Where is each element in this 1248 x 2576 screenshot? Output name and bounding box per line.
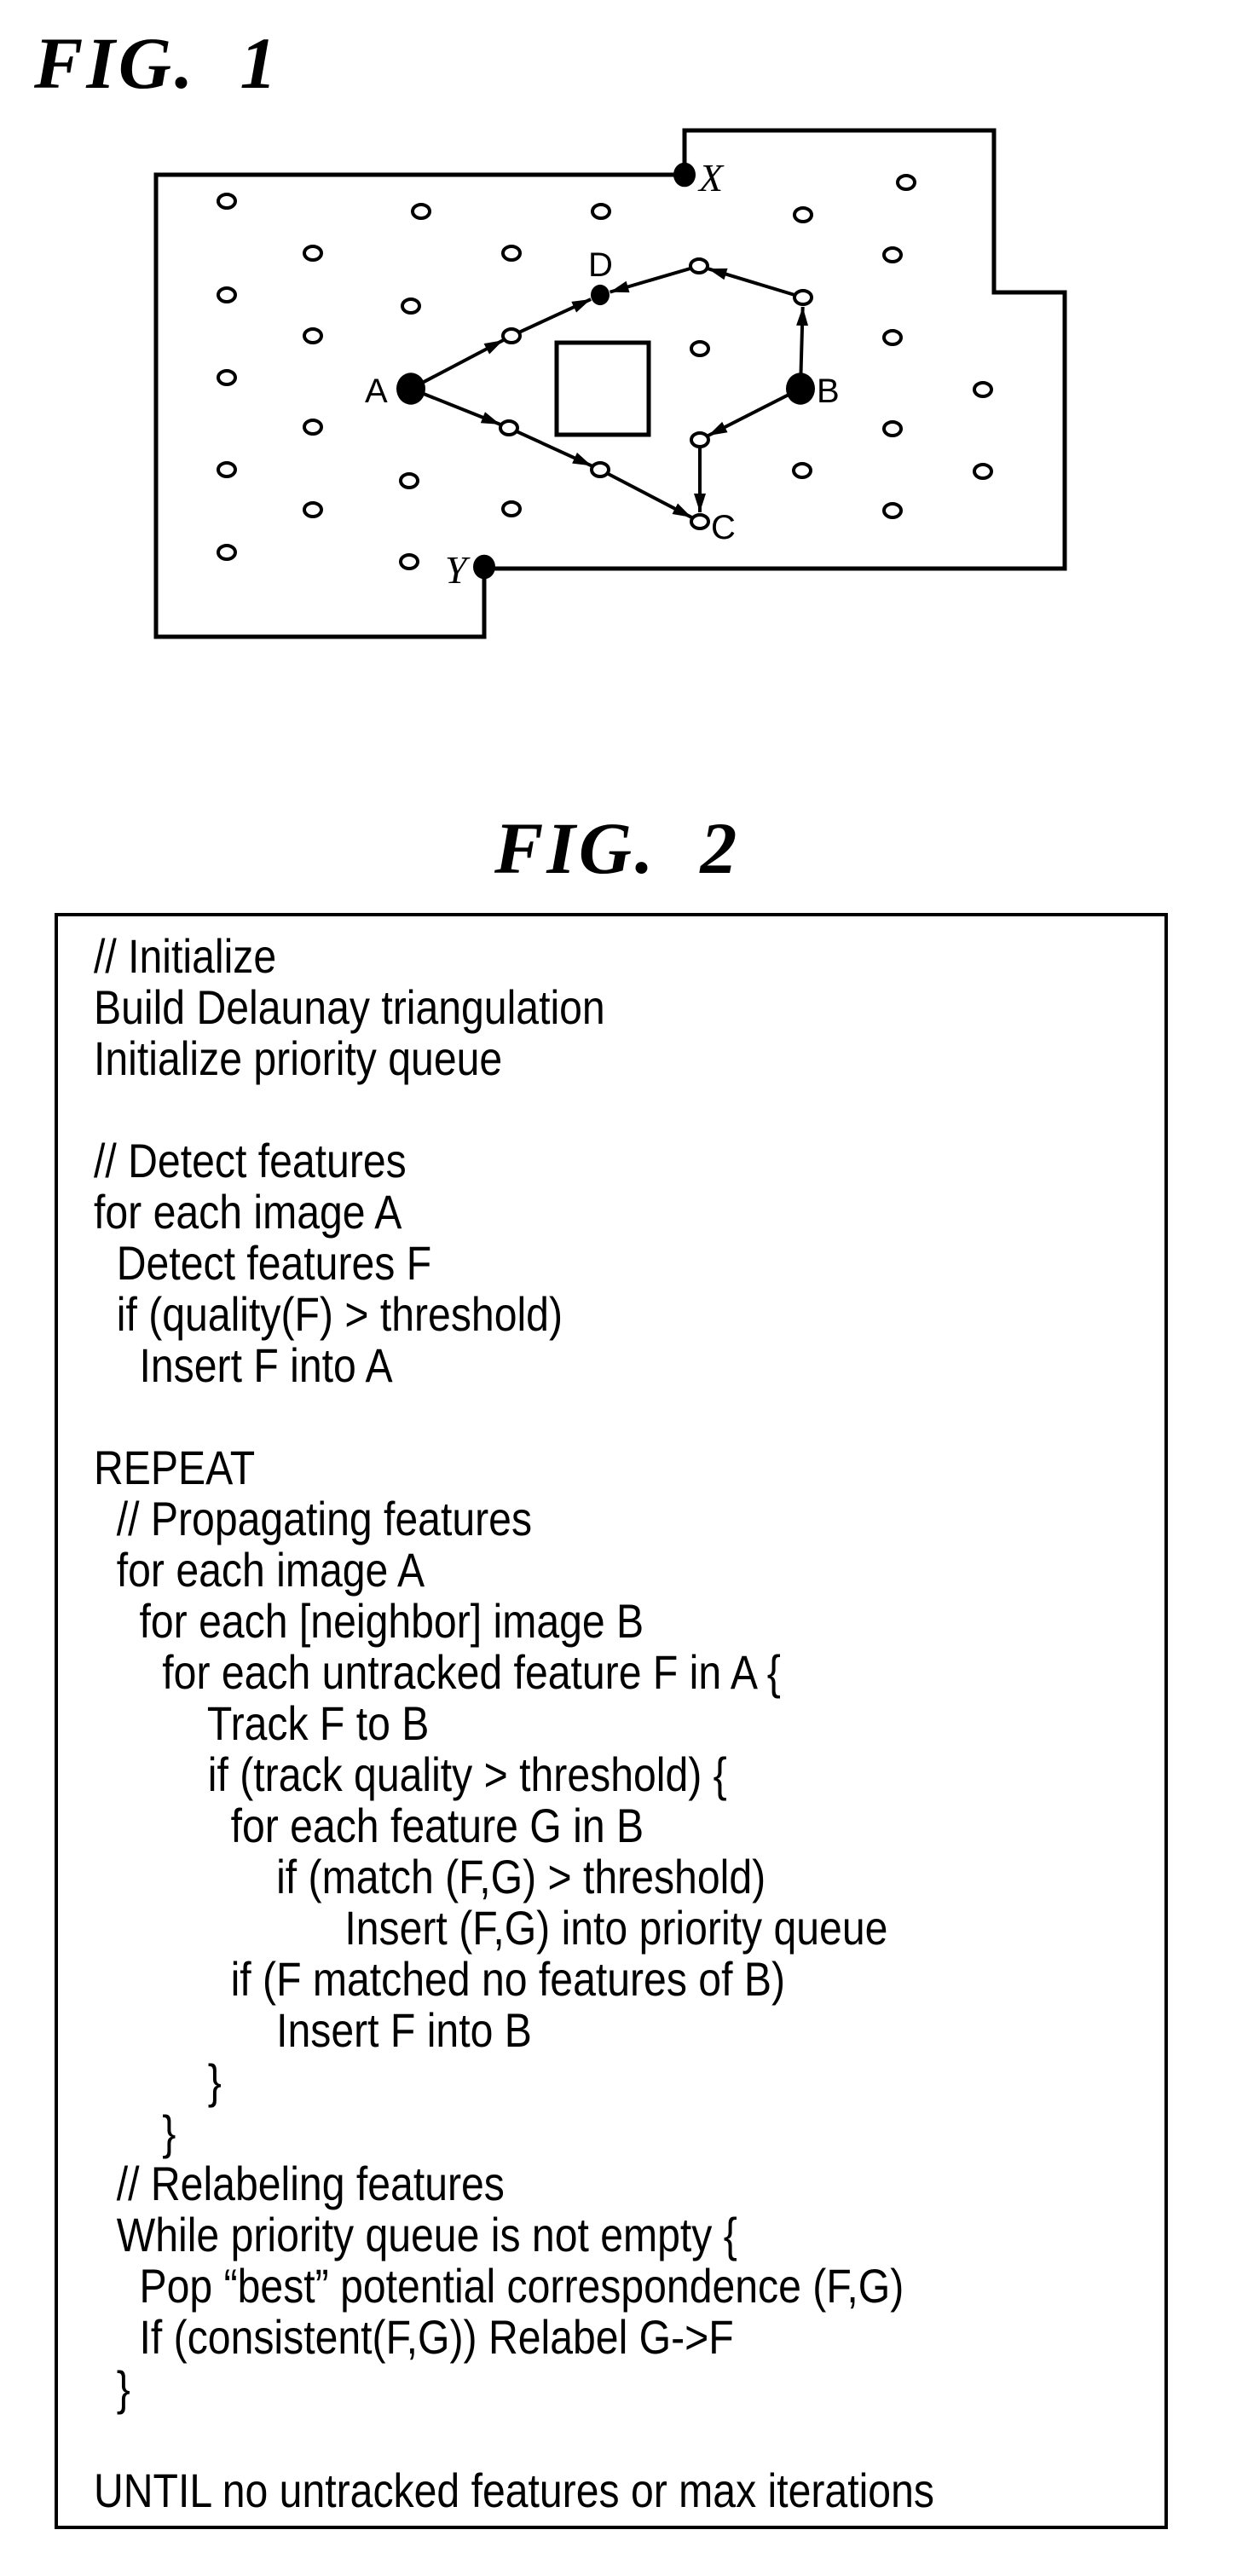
code-line: for each feature G in B — [94, 1799, 644, 1852]
grid-point — [303, 501, 323, 518]
region-outline — [153, 128, 1067, 639]
label-b: B — [817, 373, 840, 410]
grid-point — [973, 463, 993, 480]
propagation-paths — [410, 257, 813, 530]
pseudocode-listing: // Initialize Build Delaunay triangulatio… — [94, 931, 934, 2516]
key-nodes — [396, 162, 815, 580]
grid-point — [217, 544, 237, 561]
grid-point — [501, 500, 522, 517]
grid-point — [882, 246, 903, 263]
path-node — [689, 257, 709, 274]
path-node — [690, 513, 710, 530]
label-x: X — [697, 156, 725, 199]
code-line: if (quality(F) > threshold) — [94, 1287, 563, 1341]
grid-point — [411, 203, 431, 220]
code-line: } — [94, 2105, 176, 2159]
code-line: Insert F into B — [94, 2003, 532, 2057]
node-d — [591, 284, 610, 306]
code-line: If (consistent(F,G)) Relabel G->F — [94, 2310, 734, 2364]
grid-point — [303, 245, 323, 262]
path-arrow — [707, 387, 801, 437]
grid-point — [217, 461, 237, 478]
code-line: if (match (F,G) > threshold) — [94, 1850, 766, 1903]
grid-point — [882, 329, 903, 346]
grid-point — [303, 327, 323, 344]
grid-point — [399, 472, 419, 489]
label-d: D — [588, 246, 613, 284]
code-line: // Initialize — [94, 929, 277, 983]
grid-point — [217, 193, 237, 210]
path-node — [499, 419, 519, 436]
grid-point — [793, 206, 813, 223]
code-line: Detect features F — [94, 1236, 432, 1290]
code-line: for each image A — [94, 1185, 402, 1239]
code-line: Initialize priority queue — [94, 1031, 503, 1085]
code-line: // Detect features — [94, 1134, 407, 1187]
path-arrow — [609, 264, 700, 294]
code-line: Insert (F,G) into priority queue — [94, 1901, 888, 1955]
node-b — [786, 373, 815, 405]
grid-points — [217, 174, 993, 570]
code-line: for each image A — [94, 1543, 425, 1597]
label-c: C — [711, 509, 736, 546]
grid-point — [973, 381, 993, 398]
path-arrow — [707, 267, 804, 299]
code-line: } — [94, 2361, 130, 2415]
code-line: UNTIL no untracked features or max itera… — [94, 2463, 934, 2517]
code-line: if (F matched no features of B) — [94, 1952, 786, 2006]
node-a — [396, 373, 425, 405]
code-line: // Relabeling features — [94, 2157, 505, 2210]
node-x — [673, 162, 696, 188]
path-arrow — [599, 468, 693, 519]
figure-1-diagram: A B C D X Y — [153, 128, 1067, 639]
grid-point — [399, 553, 419, 570]
code-line: Build Delaunay triangulation — [94, 980, 605, 1034]
grid-point — [303, 419, 323, 436]
grid-point — [690, 340, 710, 357]
code-line: for each [neighbor] image B — [94, 1594, 644, 1648]
path-node — [793, 289, 813, 306]
path-arrow — [410, 338, 505, 390]
figure-2-title: FIG. 2 — [494, 807, 741, 889]
code-line: Insert F into A — [94, 1338, 393, 1392]
code-line: Pop “best” potential correspondence (F,G… — [94, 2259, 904, 2313]
grid-point — [501, 245, 522, 262]
label-y: Y — [445, 548, 471, 592]
path-node — [590, 461, 610, 478]
grid-point — [591, 203, 611, 220]
path-node — [501, 327, 522, 344]
grid-point — [217, 369, 237, 386]
code-line: if (track quality > threshold) { — [94, 1747, 727, 1801]
code-line: // Propagating features — [94, 1492, 533, 1545]
path-node — [690, 431, 710, 448]
path-arrow — [511, 297, 592, 338]
obstacle-square — [554, 340, 651, 437]
grid-point — [882, 502, 903, 519]
grid-point — [882, 420, 903, 437]
grid-point — [401, 297, 421, 315]
code-line: for each untracked feature F in A { — [94, 1645, 781, 1699]
code-line: } — [94, 2054, 222, 2108]
grid-point — [896, 174, 916, 191]
code-line: While priority queue is not empty { — [94, 2208, 737, 2261]
code-line: REPEAT — [94, 1441, 256, 1494]
node-y — [473, 554, 495, 580]
code-line: Track F to B — [94, 1696, 430, 1750]
grid-point — [217, 286, 237, 303]
label-a: A — [365, 373, 388, 410]
grid-point — [792, 462, 812, 479]
